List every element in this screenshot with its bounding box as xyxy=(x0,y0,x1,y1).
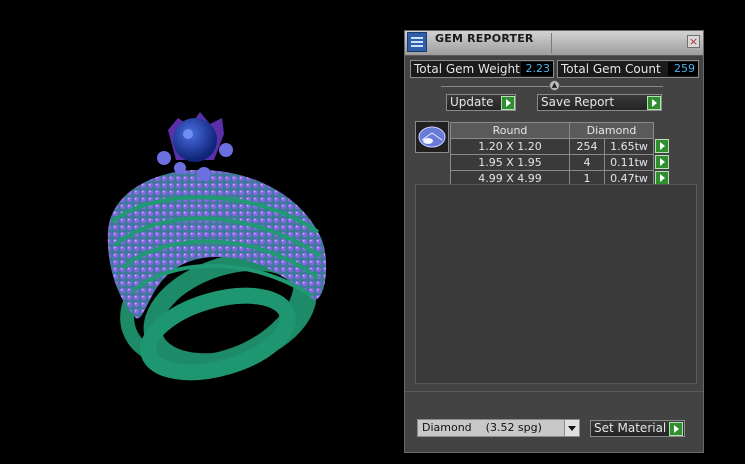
gem-reporter-icon xyxy=(407,32,427,52)
green-arrow-icon[interactable] xyxy=(655,138,669,153)
chevron-down-icon[interactable] xyxy=(564,420,579,436)
gem-size-cell: 1.20 X 1.20 xyxy=(450,138,570,155)
gem-weight-cell: 0.11tw xyxy=(604,154,654,171)
save-report-button[interactable]: Save Report xyxy=(537,94,662,111)
row-action xyxy=(653,154,671,171)
material-select[interactable]: Diamond (3.52 spg) xyxy=(417,419,580,437)
update-button[interactable]: Update xyxy=(446,94,516,111)
column-header: Diamond xyxy=(569,122,654,139)
gem-size-cell: 1.95 X 1.95 xyxy=(450,154,570,171)
green-arrow-icon[interactable] xyxy=(669,422,683,436)
title-bar[interactable]: GEM REPORTER × xyxy=(405,31,703,56)
ring-render xyxy=(107,112,327,381)
total-gem-count: Total Gem Count 259 xyxy=(557,60,699,78)
total-gem-weight-label: Total Gem Weight xyxy=(414,62,520,76)
table-row[interactable]: 1.20 X 1.20 254 1.65tw xyxy=(450,138,671,155)
green-arrow-icon[interactable] xyxy=(501,96,515,110)
row-action xyxy=(653,138,671,155)
total-gem-count-value: 259 xyxy=(668,62,698,76)
total-gem-weight-value: 2.23 xyxy=(521,62,553,76)
table-header-row: Round Diamond xyxy=(450,122,671,139)
green-arrow-icon[interactable] xyxy=(647,96,661,110)
save-report-label: Save Report xyxy=(541,95,615,109)
3d-viewport[interactable] xyxy=(0,0,400,464)
gem-weight-cell: 1.65tw xyxy=(604,138,654,155)
window-title: GEM REPORTER xyxy=(435,32,534,45)
material-select-value: Diamond (3.52 spg) xyxy=(422,421,542,434)
close-icon[interactable]: × xyxy=(687,35,700,48)
green-arrow-icon[interactable] xyxy=(655,154,669,169)
gem-count-cell: 254 xyxy=(569,138,605,155)
collapse-icon[interactable]: ▲ xyxy=(549,80,560,91)
gem-reporter-panel: GEM REPORTER × Total Gem Weight 2.23 Tot… xyxy=(404,30,704,453)
set-material-label: Set Material xyxy=(594,421,667,435)
update-label: Update xyxy=(450,95,494,109)
header-spacer xyxy=(653,122,671,139)
total-gem-count-label: Total Gem Count xyxy=(561,62,661,76)
column-header: Round xyxy=(450,122,570,139)
table-row[interactable]: 1.95 X 1.95 4 0.11tw xyxy=(450,154,671,171)
gem-table: Round Diamond 1.20 X 1.20 254 1.65tw 1.9… xyxy=(450,122,671,187)
round-gem-icon[interactable] xyxy=(415,121,449,153)
total-gem-weight: Total Gem Weight 2.23 xyxy=(410,60,554,78)
green-arrow-icon[interactable] xyxy=(655,170,669,185)
title-divider xyxy=(551,33,552,53)
gem-count-cell: 4 xyxy=(569,154,605,171)
report-list-area[interactable] xyxy=(415,184,697,384)
divider xyxy=(405,391,703,392)
set-material-button[interactable]: Set Material xyxy=(590,420,685,437)
